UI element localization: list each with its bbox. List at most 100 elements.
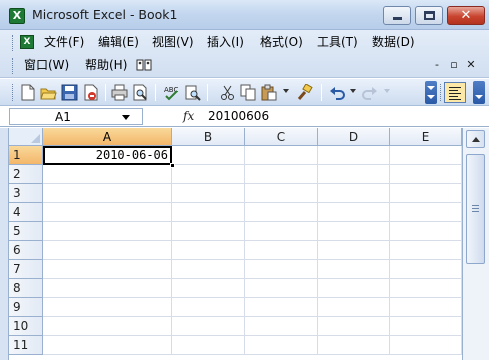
copy-icon[interactable] — [240, 84, 257, 101]
scroll-up-button[interactable] — [466, 130, 485, 148]
save-icon[interactable] — [61, 84, 78, 101]
cell[interactable] — [318, 298, 390, 317]
menu-help[interactable]: 帮助(H) — [85, 57, 127, 73]
align-left-button[interactable] — [444, 82, 466, 103]
excel-app-icon[interactable]: X — [9, 8, 25, 24]
row-header-4[interactable]: 4 — [9, 203, 43, 222]
menu-edit[interactable]: 编辑(E) — [98, 34, 139, 50]
row-header-7[interactable]: 7 — [9, 260, 43, 279]
menu-grip-2[interactable] — [12, 58, 15, 74]
cell[interactable] — [318, 222, 390, 241]
cell[interactable] — [43, 260, 172, 279]
cell[interactable] — [390, 298, 462, 317]
row-header-5[interactable]: 5 — [9, 222, 43, 241]
column-header-d[interactable]: D — [318, 128, 390, 146]
undo-icon[interactable] — [329, 84, 346, 101]
cell[interactable] — [390, 336, 462, 355]
cell[interactable] — [390, 222, 462, 241]
cell[interactable] — [245, 279, 318, 298]
undo-dropdown-arrow[interactable] — [350, 89, 356, 93]
row-header-9[interactable]: 9 — [9, 298, 43, 317]
cell[interactable] — [172, 279, 245, 298]
cell[interactable] — [172, 260, 245, 279]
cell[interactable] — [318, 317, 390, 336]
insert-function-icon[interactable]: fx — [183, 109, 194, 123]
menu-tools[interactable]: 工具(T) — [317, 34, 358, 50]
cell[interactable] — [245, 260, 318, 279]
row-header-2[interactable]: 2 — [9, 165, 43, 184]
permission-icon[interactable] — [82, 84, 99, 101]
cell[interactable] — [43, 241, 172, 260]
format-painter-icon[interactable] — [296, 83, 313, 101]
cell[interactable] — [318, 203, 390, 222]
cut-icon[interactable] — [219, 84, 236, 101]
column-header-e[interactable]: E — [390, 128, 462, 146]
paste-options-arrow[interactable] — [283, 89, 289, 93]
row-header-8[interactable]: 8 — [9, 279, 43, 298]
redo-icon[interactable] — [361, 84, 378, 101]
workbook-doc-icon[interactable]: X — [20, 35, 34, 49]
cell[interactable] — [172, 317, 245, 336]
scroll-thumb[interactable] — [466, 154, 485, 264]
cell[interactable] — [390, 146, 462, 165]
mdi-restore-button[interactable]: ▫ — [447, 58, 461, 72]
cell[interactable] — [318, 184, 390, 203]
row-header-6[interactable]: 6 — [9, 241, 43, 260]
cell[interactable] — [172, 222, 245, 241]
cell[interactable] — [43, 317, 172, 336]
cell[interactable] — [390, 184, 462, 203]
print-preview-icon[interactable] — [132, 84, 149, 101]
cell[interactable] — [43, 184, 172, 203]
toolbar-grip[interactable] — [12, 84, 15, 101]
cell[interactable] — [318, 336, 390, 355]
cell[interactable] — [318, 146, 390, 165]
menu-data[interactable]: 数据(D) — [372, 34, 415, 50]
toolbar-options-button[interactable] — [425, 81, 437, 104]
cell[interactable] — [245, 317, 318, 336]
cell[interactable] — [318, 260, 390, 279]
row-header-11[interactable]: 11 — [9, 336, 43, 355]
row-header-3[interactable]: 3 — [9, 184, 43, 203]
research-icon[interactable] — [184, 84, 201, 101]
cell[interactable] — [43, 165, 172, 184]
cell[interactable] — [245, 165, 318, 184]
print-icon[interactable] — [111, 84, 128, 101]
menu-grip[interactable] — [12, 35, 15, 51]
cell[interactable] — [318, 165, 390, 184]
select-all-button[interactable] — [9, 128, 43, 146]
cell[interactable] — [390, 165, 462, 184]
redo-dropdown-arrow[interactable] — [384, 89, 390, 93]
column-header-a[interactable]: A — [43, 128, 172, 146]
help-book-icon[interactable] — [136, 59, 152, 71]
cell[interactable] — [245, 222, 318, 241]
format-toolbar-options-button[interactable] — [473, 81, 485, 104]
cell[interactable] — [318, 279, 390, 298]
formula-input[interactable]: 20100606 — [203, 108, 483, 125]
cell[interactable] — [390, 317, 462, 336]
menu-file[interactable]: 文件(F) — [44, 34, 84, 50]
menu-insert[interactable]: 插入(I) — [207, 34, 244, 50]
cell[interactable] — [245, 203, 318, 222]
cell[interactable] — [172, 298, 245, 317]
cell[interactable] — [43, 298, 172, 317]
close-button[interactable]: ✕ — [447, 6, 485, 25]
menu-view[interactable]: 视图(V) — [152, 34, 194, 50]
mdi-minimize-button[interactable]: - — [430, 58, 444, 72]
vertical-scrollbar[interactable] — [462, 128, 489, 360]
format-toolbar-grip[interactable] — [440, 84, 443, 101]
active-cell[interactable]: 2010-06-06 — [43, 146, 172, 165]
menu-window[interactable]: 窗口(W) — [24, 57, 69, 73]
cell[interactable] — [245, 298, 318, 317]
column-header-b[interactable]: B — [172, 128, 245, 146]
maximize-button[interactable] — [415, 6, 443, 25]
cell[interactable] — [245, 336, 318, 355]
cell[interactable] — [318, 241, 390, 260]
open-icon[interactable] — [40, 84, 57, 101]
cell[interactable] — [172, 165, 245, 184]
cell[interactable] — [43, 203, 172, 222]
row-header-1[interactable]: 1 — [9, 146, 43, 165]
cell[interactable] — [43, 279, 172, 298]
row-header-10[interactable]: 10 — [9, 317, 43, 336]
cell[interactable] — [390, 203, 462, 222]
column-header-c[interactable]: C — [245, 128, 318, 146]
